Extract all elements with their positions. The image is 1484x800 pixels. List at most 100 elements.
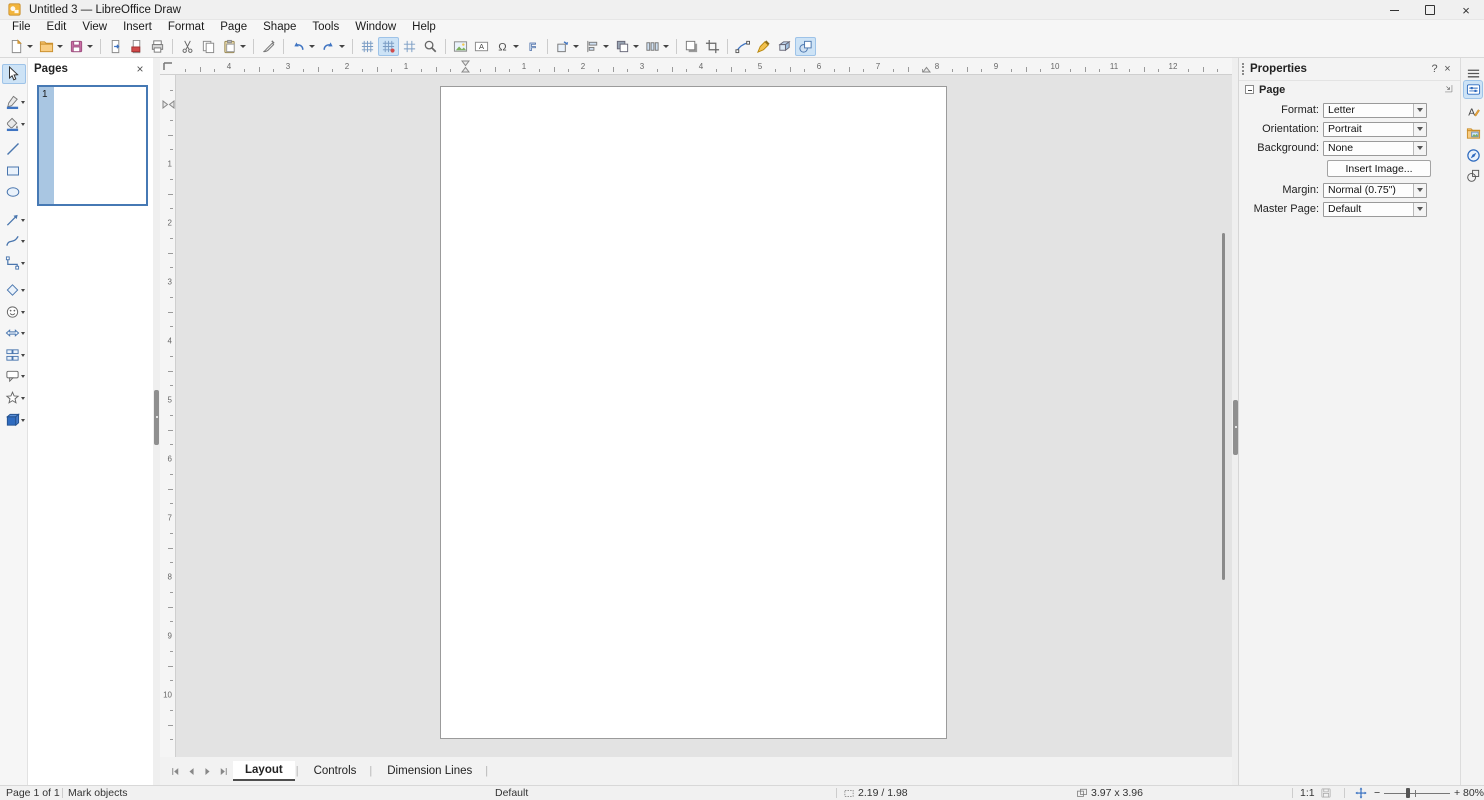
previous-page-button[interactable] bbox=[184, 763, 199, 779]
page-drawing-area[interactable] bbox=[440, 86, 947, 739]
insert-line-tool[interactable] bbox=[2, 139, 26, 159]
menu-insert[interactable]: Insert bbox=[115, 20, 160, 35]
zoom-slider-thumb[interactable] bbox=[1406, 788, 1410, 798]
toggle-extrusion-button[interactable] bbox=[774, 37, 795, 56]
print-button[interactable] bbox=[147, 37, 168, 56]
pages-panel-splitter[interactable] bbox=[153, 58, 160, 785]
orientation-select[interactable]: Portrait bbox=[1323, 122, 1427, 137]
insert-image-button[interactable]: Insert Image... bbox=[1327, 160, 1431, 177]
helplines-button[interactable] bbox=[399, 37, 420, 56]
dropdown-arrow-icon[interactable] bbox=[513, 45, 519, 48]
gluepoint-functions-button[interactable] bbox=[753, 37, 774, 56]
basic-shapes-tool[interactable] bbox=[2, 280, 26, 300]
arrange-button[interactable] bbox=[612, 37, 642, 56]
more-options-icon[interactable] bbox=[1443, 83, 1454, 97]
zoom-level-status[interactable]: 80% bbox=[1463, 786, 1484, 800]
dropdown-arrow-icon[interactable] bbox=[21, 332, 25, 335]
dropdown-arrow-icon[interactable] bbox=[21, 375, 25, 378]
insert-special-character-button[interactable]: Ω bbox=[492, 37, 522, 56]
page-style-status[interactable]: Default bbox=[495, 786, 528, 800]
indent-marker-icon[interactable] bbox=[922, 60, 931, 73]
dropdown-arrow-icon[interactable] bbox=[21, 101, 25, 104]
lines-and-arrows-tool[interactable] bbox=[2, 210, 26, 230]
display-grid-button[interactable] bbox=[357, 37, 378, 56]
curves-and-polygons-tool[interactable] bbox=[2, 231, 26, 251]
menu-view[interactable]: View bbox=[74, 20, 115, 35]
block-arrows-tool[interactable] bbox=[2, 323, 26, 343]
3d-objects-tool[interactable] bbox=[2, 410, 26, 430]
snap-to-grid-button[interactable] bbox=[378, 37, 399, 56]
menu-help[interactable]: Help bbox=[404, 20, 444, 35]
dropdown-arrow-icon[interactable] bbox=[21, 240, 25, 243]
shadow-button[interactable] bbox=[681, 37, 702, 56]
dropdown-arrow-icon[interactable] bbox=[27, 45, 33, 48]
fit-page-button[interactable] bbox=[1355, 786, 1370, 800]
symbol-shapes-tool[interactable] bbox=[2, 302, 26, 322]
zoom-in-button[interactable]: + bbox=[1454, 786, 1460, 800]
zoom-out-button[interactable]: − bbox=[1374, 786, 1380, 800]
collapse-section-icon[interactable] bbox=[1245, 85, 1254, 94]
styles-tab[interactable]: A bbox=[1463, 102, 1483, 121]
last-page-button[interactable] bbox=[216, 763, 231, 779]
zoom-button[interactable] bbox=[420, 37, 441, 56]
dropdown-arrow-icon[interactable] bbox=[21, 419, 25, 422]
transformations-button[interactable] bbox=[552, 37, 582, 56]
chevron-down-icon[interactable] bbox=[1413, 203, 1426, 216]
export-button[interactable] bbox=[105, 37, 126, 56]
fill-color-tool[interactable] bbox=[2, 114, 26, 134]
layer-tab-controls[interactable]: Controls bbox=[302, 762, 369, 780]
dropdown-arrow-icon[interactable] bbox=[309, 45, 315, 48]
insert-fontwork-button[interactable]: F bbox=[522, 37, 543, 56]
align-objects-button[interactable] bbox=[582, 37, 612, 56]
paste-button[interactable] bbox=[219, 37, 249, 56]
dropdown-arrow-icon[interactable] bbox=[573, 45, 579, 48]
panel-close-icon[interactable]: × bbox=[1441, 63, 1454, 75]
dropdown-arrow-icon[interactable] bbox=[87, 45, 93, 48]
ellipse-tool[interactable] bbox=[2, 182, 26, 202]
callouts-tool[interactable] bbox=[2, 366, 26, 386]
master-page-select[interactable]: Default bbox=[1323, 202, 1427, 217]
undo-button[interactable] bbox=[288, 37, 318, 56]
dropdown-arrow-icon[interactable] bbox=[339, 45, 345, 48]
zoom-slider[interactable] bbox=[1384, 786, 1450, 800]
stars-and-banners-tool[interactable] bbox=[2, 388, 26, 408]
page-thumbnail[interactable]: 1 bbox=[37, 85, 148, 206]
flowchart-tool[interactable] bbox=[2, 345, 26, 365]
save-button[interactable] bbox=[66, 37, 96, 56]
crop-image-button[interactable] bbox=[702, 37, 723, 56]
next-page-button[interactable] bbox=[200, 763, 215, 779]
chevron-down-icon[interactable] bbox=[1413, 142, 1426, 155]
dropdown-arrow-icon[interactable] bbox=[21, 311, 25, 314]
restore-button[interactable] bbox=[1412, 0, 1448, 20]
menu-tools[interactable]: Tools bbox=[304, 20, 347, 35]
indent-marker-icon[interactable] bbox=[461, 60, 470, 73]
margin-select[interactable]: Normal (0.75") bbox=[1323, 183, 1427, 198]
menu-window[interactable]: Window bbox=[347, 20, 404, 35]
connectors-tool[interactable] bbox=[2, 253, 26, 273]
dropdown-arrow-icon[interactable] bbox=[603, 45, 609, 48]
layer-tab-dimension-lines[interactable]: Dimension Lines bbox=[375, 762, 484, 780]
show-draw-functions-button[interactable] bbox=[795, 37, 816, 56]
dropdown-arrow-icon[interactable] bbox=[21, 219, 25, 222]
zoom-factor-status[interactable]: 1:1 bbox=[1300, 786, 1315, 800]
pages-panel-close-icon[interactable]: × bbox=[133, 62, 147, 76]
dropdown-arrow-icon[interactable] bbox=[663, 45, 669, 48]
shapes-tab[interactable] bbox=[1463, 166, 1483, 185]
menu-file[interactable]: File bbox=[4, 20, 39, 35]
properties-tab[interactable] bbox=[1463, 80, 1483, 99]
new-document-button[interactable] bbox=[6, 37, 36, 56]
save-status-icon[interactable] bbox=[1320, 786, 1335, 800]
vertical-scrollbar[interactable] bbox=[1222, 233, 1225, 580]
select-tool[interactable] bbox=[2, 64, 26, 84]
dropdown-arrow-icon[interactable] bbox=[21, 123, 25, 126]
export-pdf-button[interactable] bbox=[126, 37, 147, 56]
menu-format[interactable]: Format bbox=[160, 20, 212, 35]
clone-formatting-button[interactable] bbox=[258, 37, 279, 56]
distribute-button[interactable] bbox=[642, 37, 672, 56]
dropdown-arrow-icon[interactable] bbox=[57, 45, 63, 48]
dropdown-arrow-icon[interactable] bbox=[21, 262, 25, 265]
rectangle-tool[interactable] bbox=[2, 161, 26, 181]
open-button[interactable] bbox=[36, 37, 66, 56]
chevron-down-icon[interactable] bbox=[1413, 123, 1426, 136]
edit-points-button[interactable] bbox=[732, 37, 753, 56]
